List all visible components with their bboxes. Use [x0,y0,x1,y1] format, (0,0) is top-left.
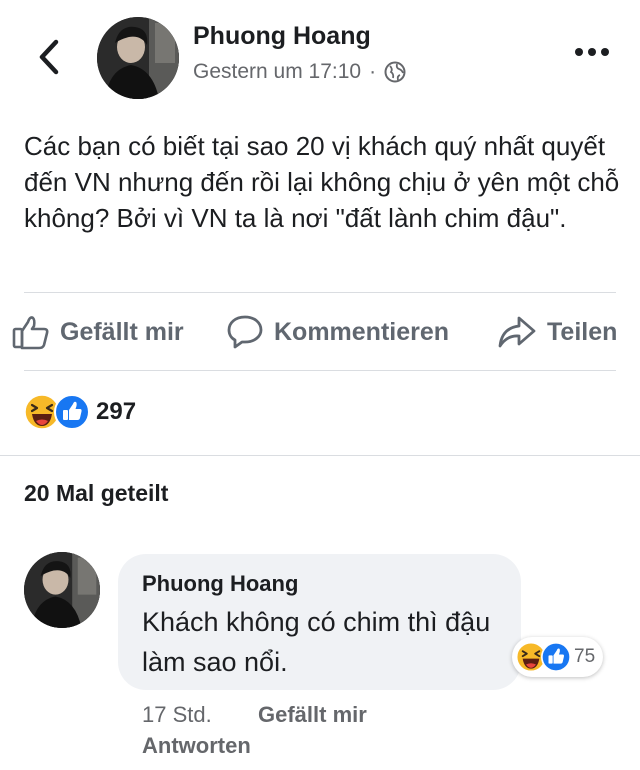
commenter-avatar[interactable] [24,552,100,628]
comment-text: Khách không có chim thì đậu làm sao nổi. [142,607,491,677]
reactions-summary[interactable]: 297 [24,394,136,430]
post-meta: Gestern um 17:10 · [193,60,406,84]
share-label: Teilen [547,317,618,346]
comment-button[interactable]: Kommentieren [226,312,449,352]
comment-reactions[interactable]: 75 [512,637,604,677]
more-options-button[interactable] [572,42,612,62]
speech-bubble-icon [227,315,263,349]
share-button[interactable]: Teilen [497,312,617,352]
share-count[interactable]: 20 Mal geteilt [24,480,168,507]
ellipsis-icon [575,48,609,56]
chevron-left-icon [39,39,59,75]
globe-icon [384,61,406,83]
comment-time: 17 Std. [142,702,212,727]
post-timestamp[interactable]: Gestern um 17:10 [193,60,361,84]
post-text: Các bạn có biết tại sao 20 vị khách quý … [24,131,620,233]
comment-label: Kommentieren [274,317,450,346]
comment-reaction-count: 75 [574,646,596,667]
meta-separator: · [369,60,377,83]
divider [24,370,616,371]
divider [24,292,616,293]
share-arrow-icon [498,316,536,348]
like-button[interactable]: Gefällt mir [12,312,184,352]
comment-like-button[interactable]: Gefällt mir [258,702,367,728]
divider [0,455,640,456]
like-reaction-icon [541,642,571,672]
comment-reply-button[interactable]: Antworten [142,733,251,759]
like-label: Gefällt mir [60,317,184,346]
author-avatar[interactable] [97,17,179,99]
commenter-name[interactable]: Phuong Hoang [142,571,298,597]
back-button[interactable] [30,34,70,80]
author-name[interactable]: Phuong Hoang [193,22,371,51]
reaction-count: 297 [96,398,137,425]
thumbs-up-outline-icon [12,316,49,350]
like-reaction-icon [54,394,90,430]
